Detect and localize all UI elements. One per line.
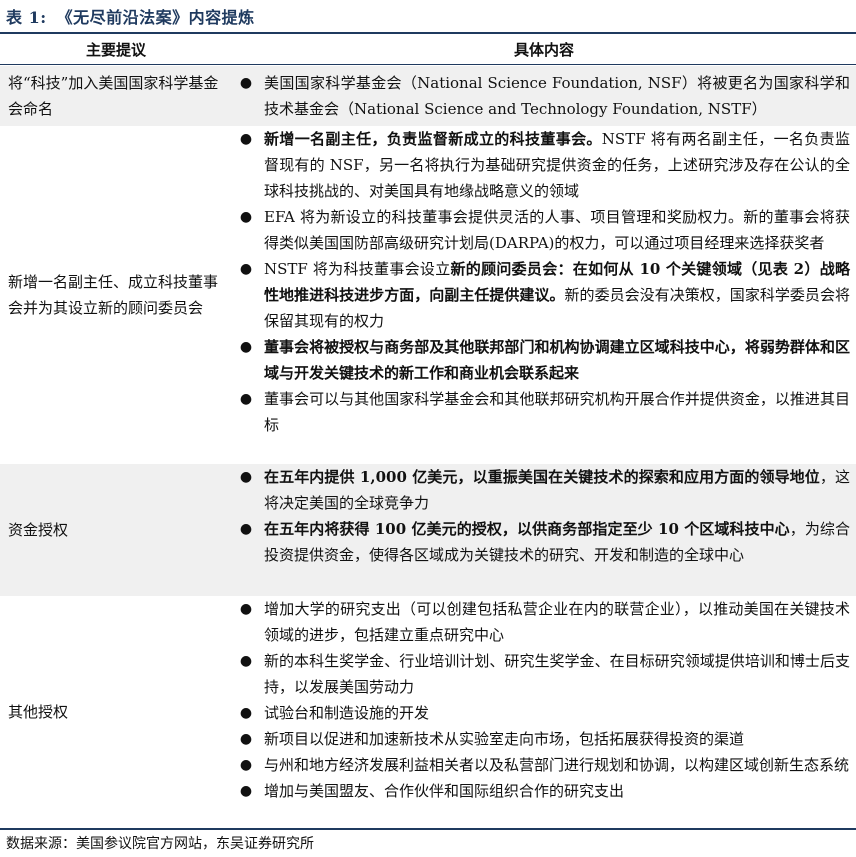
list-item: ● 试验台和制造设施的开发 [228,700,850,726]
list-item: ● 增加大学的研究支出（可以创建包括私营企业在内的联营企业），以推动美国在关键技… [228,596,850,648]
item-text: NSTF 将为科技董事会设立 [264,260,451,278]
bullet-icon: ● [239,391,253,407]
row-content: ● 在五年内提供 1,000 亿美元，以重振美国在关键技术的探索和应用方面的领导… [228,464,856,596]
bullet-icon: ● [239,731,253,747]
item-text: EFA 将为新设立的科技董事会提供灵活的人事、项目管理和奖励权力。新的董事会将获… [264,208,850,252]
item-text: 增加与美国盟友、合作伙伴和国际组织合作的研究支出 [264,782,625,800]
item-text: 美国国家科学基金会（National Science Foundation, N… [264,74,850,118]
table-row: 新增一名副主任、成立科技董事会并为其设立新的顾问委员会 ● 新增一名副主任，负责… [0,126,856,464]
bullet-icon: ● [239,705,253,721]
bullet-icon: ● [239,521,253,537]
list-item: ● 新项目以促进和加速新技术从实验室走向市场，包括拓展获得投资的渠道 [228,726,850,752]
data-source: 数据来源：美国参议院官方网站，东吴证券研究所 [6,836,314,852]
item-text-bold: 在五年内提供 1,000 亿美元，以重振美国在关键技术的探索和应用方面的领导地位 [264,468,820,486]
list-item: ● 增加与美国盟友、合作伙伴和国际组织合作的研究支出 [228,778,850,804]
row-label: 新增一名副主任、成立科技董事会并为其设立新的顾问委员会 [8,273,219,317]
table-header: 主要提议 具体内容 [0,34,856,65]
list-item: ● 董事会将被授权与商务部及其他联邦部门和机构协调建立区域科技中心，将弱势群体和… [228,334,850,386]
row-content: ● 增加大学的研究支出（可以创建包括私营企业在内的联营企业），以推动美国在关键技… [228,596,856,828]
bullet-icon: ● [239,601,253,617]
bullet-icon: ● [239,131,253,147]
row-content: ● 美国国家科学基金会（National Science Foundation,… [228,66,856,126]
bullet-icon: ● [239,653,253,669]
header-col-proposal: 主要提议 [85,40,146,59]
table-row: 将“科技”加入美国国家科学基金会命名 ● 美国国家科学基金会（National … [0,66,856,126]
bullet-icon: ● [239,339,253,355]
item-text-bold: 董事会将被授权与商务部及其他联邦部门和机构协调建立区域科技中心，将弱势群体和区域… [264,338,850,382]
row-label: 其他授权 [8,703,69,721]
list-item: ● 新的本科生奖学金、行业培训计划、研究生奖学金、在目标研究领域提供培训和博士后… [228,648,850,700]
list-item: ● 在五年内将获得 100 亿美元的授权，以供商务部指定至少 10 个区域科技中… [228,516,850,568]
item-text: 与州和地方经济发展利益相关者以及私营部门进行规划和协调，以构建区域创新生态系统 [264,756,850,774]
list-item: ● NSTF 将为科技董事会设立新的顾问委员会：在如何从 10 个关键领域（见表… [228,256,850,334]
table-row: 资金授权 ● 在五年内提供 1,000 亿美元，以重振美国在关键技术的探索和应用… [0,464,856,596]
item-text-bold: 新增一名副主任，负责监督新成立的科技董事会。 [264,130,602,148]
document-page: 表 1: 《无尽前沿法案》内容提炼 主要提议 具体内容 将“科技”加入美国国家科学… [0,0,856,857]
bottom-rule [0,828,856,830]
bullet-icon: ● [239,783,253,799]
item-text: 增加大学的研究支出（可以创建包括私营企业在内的联营企业），以推动美国在关键技术领… [264,600,850,644]
item-text: 试验台和制造设施的开发 [264,704,430,722]
list-item: ● 与州和地方经济发展利益相关者以及私营部门进行规划和协调，以构建区域创新生态系… [228,752,850,778]
bullet-icon: ● [239,209,253,225]
item-text: 新的本科生奖学金、行业培训计划、研究生奖学金、在目标研究领域提供培训和博士后支持… [264,652,850,696]
table-number: 表 1: [6,8,47,27]
row-label: 资金授权 [8,521,69,539]
item-text: 新项目以促进和加速新技术从实验室走向市场，包括拓展获得投资的渠道 [264,730,745,748]
list-item: ● 新增一名副主任，负责监督新成立的科技董事会。NSTF 将有两名副主任，一名负… [228,126,850,204]
list-item: ● 董事会可以与其他国家科学基金会和其他联邦研究机构开展合作并提供资金，以推进其… [228,386,850,438]
table-row: 其他授权 ● 增加大学的研究支出（可以创建包括私营企业在内的联营企业），以推动美… [0,596,856,828]
list-item: ● 在五年内提供 1,000 亿美元，以重振美国在关键技术的探索和应用方面的领导… [228,464,850,516]
item-text-bold: 在五年内将获得 100 亿美元的授权，以供商务部指定至少 10 个区域科技中心 [264,520,790,538]
item-text: 董事会可以与其他国家科学基金会和其他联邦研究机构开展合作并提供资金，以推进其目标 [264,390,850,434]
bullet-icon: ● [239,261,253,277]
list-item: ● EFA 将为新设立的科技董事会提供灵活的人事、项目管理和奖励权力。新的董事会… [228,204,850,256]
table-title: 《无尽前沿法案》内容提炼 [56,8,255,27]
row-label: 将“科技”加入美国国家科学基金会命名 [8,74,219,118]
bullet-icon: ● [239,469,253,485]
list-item: ● 美国国家科学基金会（National Science Foundation,… [228,70,850,122]
header-col-content: 具体内容 [513,40,574,59]
bullet-icon: ● [239,757,253,773]
row-content: ● 新增一名副主任，负责监督新成立的科技董事会。NSTF 将有两名副主任，一名负… [228,126,856,464]
bullet-icon: ● [239,75,253,91]
table-caption: 表 1: 《无尽前沿法案》内容提炼 [6,4,255,28]
